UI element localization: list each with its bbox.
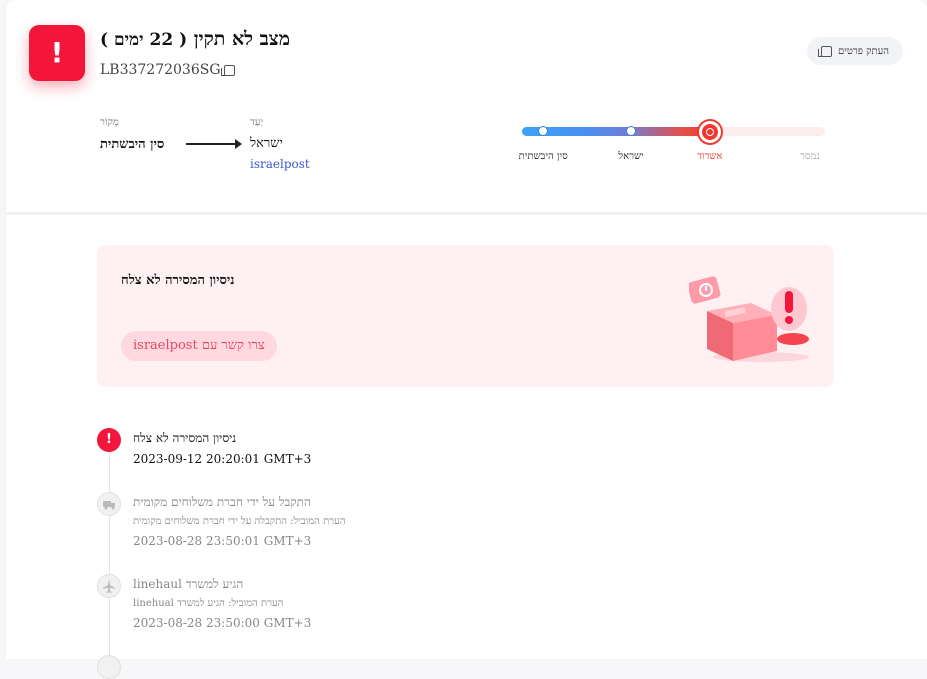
days-label: ( 22 ימים ) — [100, 30, 188, 50]
destination-value: ישראל — [250, 136, 283, 151]
origin-value: סין היבשתית — [100, 137, 165, 152]
timeline-event-note: הערת המוביל: התקבלה על ידי חברת משלוחים … — [133, 516, 346, 527]
progress-stage-label: נמסר — [799, 151, 820, 162]
progress-track — [522, 127, 825, 136]
package-alert-illustration — [689, 276, 809, 362]
copy-icon — [817, 45, 832, 57]
arrow-right-icon — [186, 139, 242, 149]
destination-label: יַעַד — [250, 117, 264, 128]
timeline-event-title: הגיע למשרד linehaul — [133, 577, 244, 591]
progress-stage-label: ישראל — [618, 151, 644, 162]
carrier-link[interactable]: israelpost — [250, 157, 310, 171]
contact-carrier-button[interactable]: צרו קשר עם israelpost — [121, 331, 277, 361]
plane-icon-glyph — [103, 579, 115, 593]
status-title-text: מצב לא תקין — [193, 28, 291, 50]
truck-icon-glyph — [103, 501, 115, 510]
truck-icon — [97, 492, 121, 516]
progress-stage-label: אשדוד — [697, 151, 723, 162]
timeline-event-time: 2023-08-28 23:50:01 GMT+3 — [133, 534, 312, 548]
progress-stage-label: סין היבשתית — [518, 151, 568, 162]
copy-icon[interactable] — [220, 64, 235, 76]
timeline-event-title: ניסיון המסירה לא צלח — [133, 431, 237, 445]
timeline-event-time: 2023-08-28 23:50:00 GMT+3 — [133, 616, 312, 630]
current-location-icon — [698, 121, 721, 143]
timeline-event-note: הערת המוביל: הגיע למשרד linehual — [133, 598, 284, 609]
timeline-event-time: 2023-09-12 20:20:01 GMT+3 — [133, 452, 312, 466]
alert-banner: ניסיון המסירה לא צלח צרו קשר עם israelpo… — [97, 245, 834, 387]
copy-details-button[interactable]: העתק פרטים — [807, 37, 903, 65]
timeline-alert-icon: ! — [97, 428, 121, 452]
alert-icon: ! — [29, 25, 85, 81]
timeline-event-title: התקבל על ידי חברת משלוחים מקומית — [133, 495, 311, 509]
plane-icon — [97, 574, 121, 598]
tracking-number-row: LB337272036SG — [100, 62, 235, 78]
timeline-line — [109, 452, 110, 662]
alert-title: ניסיון המסירה לא צלח — [121, 273, 235, 288]
copy-details-label: העתק פרטים — [837, 45, 890, 57]
origin-label: מָקוֹר — [100, 117, 119, 128]
progress-fill — [522, 127, 710, 136]
status-title: מצב לא תקין ( 22 ימים ) — [100, 28, 290, 51]
tracking-number: LB337272036SG — [100, 62, 221, 78]
